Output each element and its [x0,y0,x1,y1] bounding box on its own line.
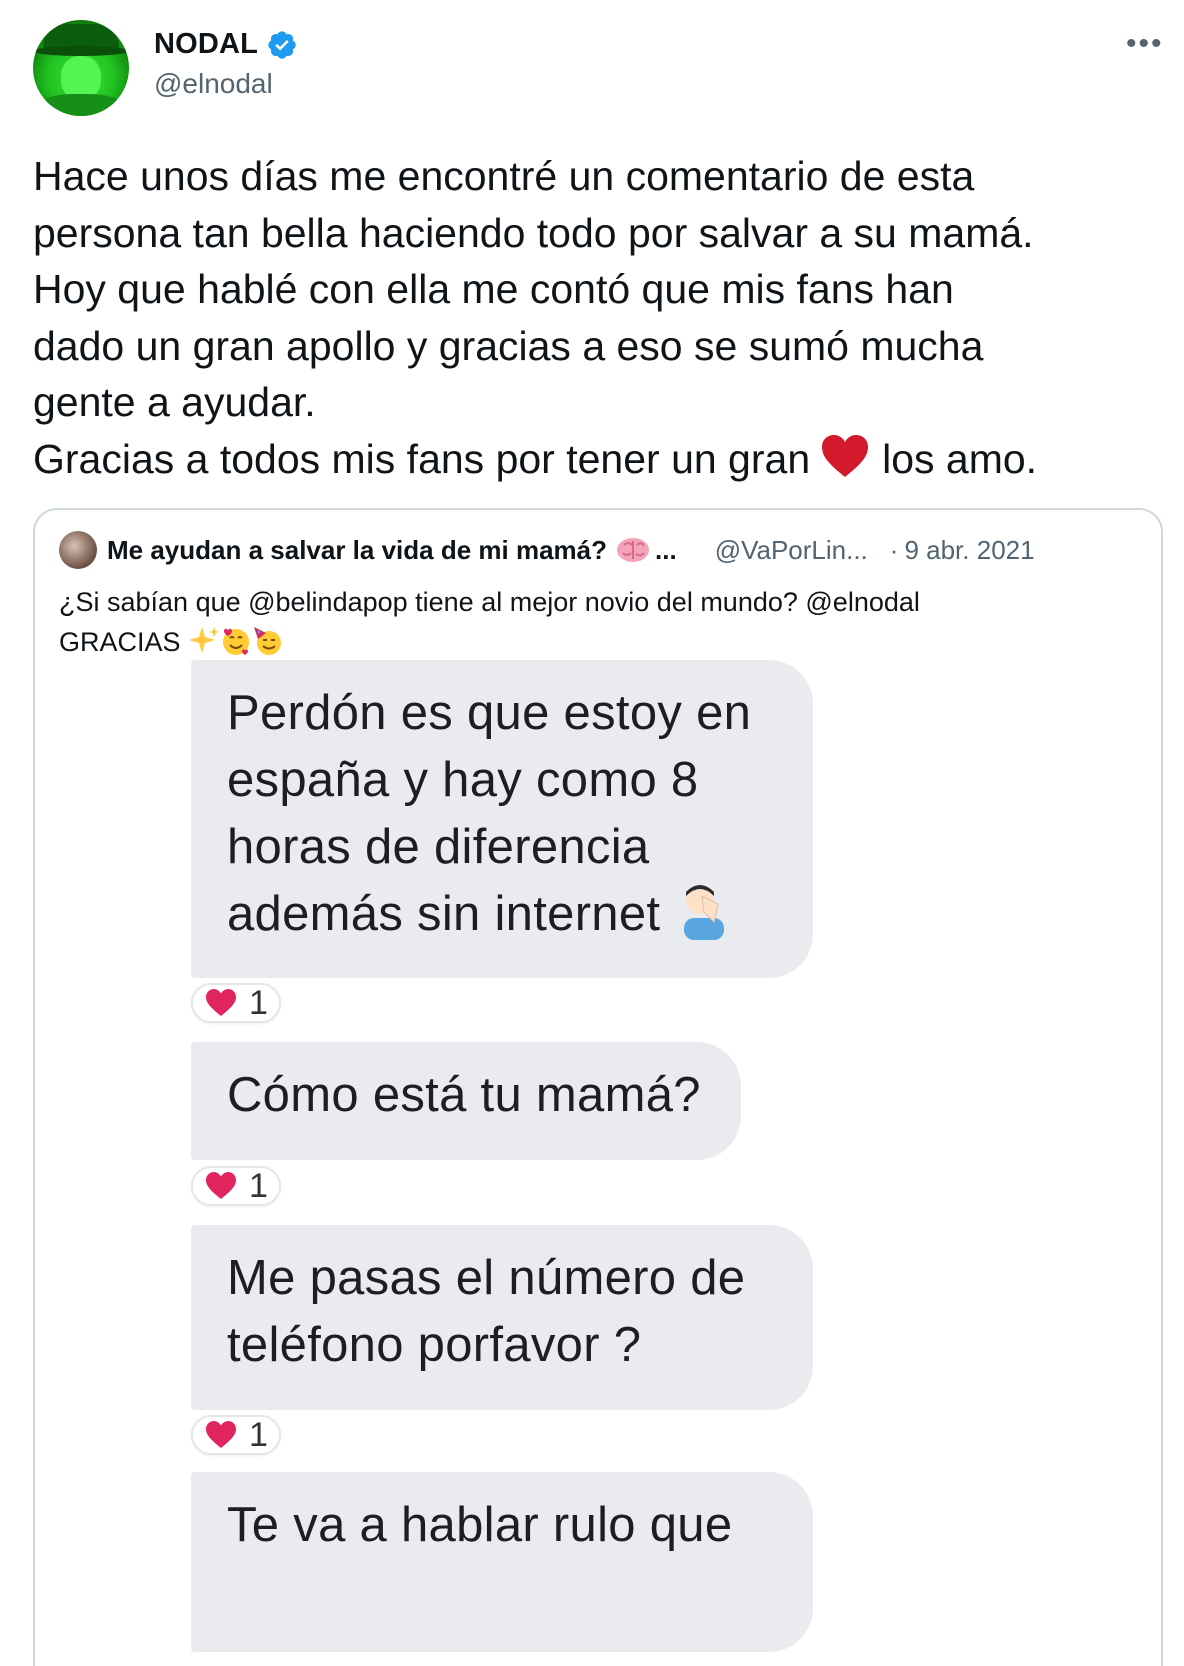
red-heart-icon [822,434,869,477]
author-avatar[interactable] [33,20,129,116]
heart-reaction-icon [206,1421,236,1448]
chat-message-line: Te va a hablar rulo que [227,1498,733,1552]
chat-message-line: españa y hay como 8 [227,753,699,807]
facepalm-icon [684,885,725,940]
quoted-tweet-date: 9 abr. 2021 [904,534,1035,565]
chat-message-bubble: Te va a hablar rulo que [191,1472,813,1652]
chat-message-line: teléfono porfavor ? [227,1318,642,1372]
reaction-count: 1 [249,1166,268,1205]
quoted-tweet-text: ¿Si sabían que @belindapop tiene al mejo… [59,582,1149,662]
quoted-author-handle: @VaPorLin... [714,534,868,565]
quoted-text-line: ¿Si sabían que @belindapop tiene al mejo… [59,587,920,617]
tweet-text-line: Hoy que hablé con ella me contó que mis … [33,266,954,312]
reaction-count: 1 [249,1415,268,1454]
quoted-author-avatar [59,531,97,569]
tweet-text: Hace unos días me encontré un comentario… [33,148,1163,487]
quoted-author-name: Me ayudan a salvar la vida de mi mamá? [107,534,608,565]
tweet-text-line: Hace unos días me encontré un comentario… [33,153,975,199]
chat-message-line: horas de diferencia [227,820,650,874]
tweet-text-line: dado un gran apollo y gracias a eso se s… [33,322,984,369]
chat-message-line-last: además sin internet [227,881,777,948]
quoted-text-fragment: GRACIAS [59,627,181,657]
tweet-text-fragment: los amo. [882,435,1038,482]
author-display-name[interactable]: NODAL [154,28,258,61]
brain-icon [617,538,650,562]
tweet-text-fragment: Gracias a todos mis fans por tener un gr… [33,435,811,482]
heart-reaction[interactable]: 1 [191,1415,281,1455]
reaction-count: 1 [249,983,268,1022]
quoted-tweet-header: Me ayudan a salvar la vida de mi mamá? .… [59,530,1149,570]
chat-message-fragment: además sin internet [227,887,661,941]
tweet-text-last-line: Gracias a todos mis fans por tener un gr… [33,431,1163,488]
tweet: NODAL @elnodal ••• Hace unos días me enc… [0,0,1184,1666]
tweet-text-line: gente a ayudar. [33,379,316,425]
chat-message-line: Perdón es que estoy en [227,686,752,740]
chat-message-bubble: Perdón es que estoy en españa y hay como… [191,660,813,978]
tweet-text-line: persona tan bella haciendo todo por salv… [33,209,1034,256]
smiling-face-hearts-icon [223,628,250,655]
heart-reaction[interactable]: 1 [191,1166,281,1206]
sparkles-icon [189,627,220,653]
chat-message-bubble: Cómo está tu mamá? [191,1042,741,1160]
chat-message-bubble: Me pasas el número de teléfono porfavor … [191,1225,813,1410]
more-options-icon[interactable]: ••• [1126,29,1162,59]
partying-face-icon [254,627,282,655]
chat-message-line: Cómo está tu mamá? [227,1068,701,1122]
avatar-shirt [39,94,123,116]
quoted-author-name-ellipsis: ... [655,534,677,565]
avatar-hat-brim [33,46,129,56]
heart-reaction[interactable]: 1 [191,983,281,1023]
heart-reaction-icon [206,1172,236,1199]
author-name-row: NODAL [154,28,298,61]
author-handle[interactable]: @elnodal [154,68,273,100]
chat-message-line: Me pasas el número de [227,1251,746,1305]
heart-reaction-icon [206,989,236,1016]
separator-dot: · [889,534,899,565]
quoted-text-line-2: GRACIAS [59,622,1149,662]
verified-badge-icon [268,30,296,59]
quoted-tweet[interactable]: Me ayudan a salvar la vida de mi mamá? .… [33,508,1163,1666]
